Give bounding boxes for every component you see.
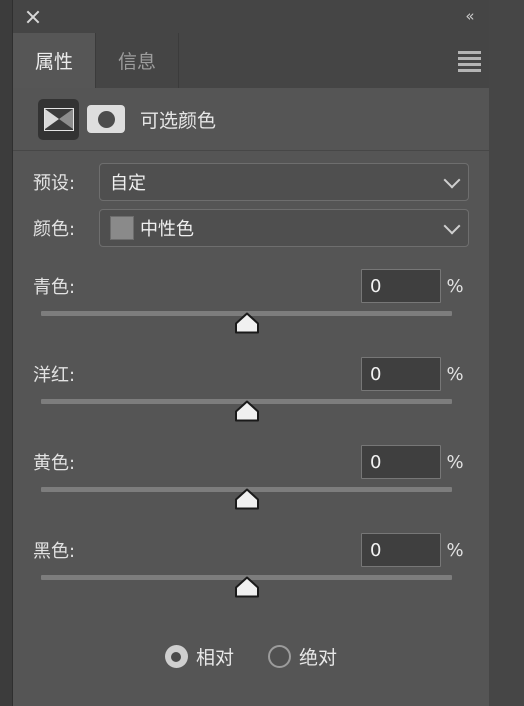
slider-group-cyan: 青色: % [33, 255, 469, 343]
layer-mask-thumbnail[interactable] [87, 105, 125, 133]
colors-row: 颜色: 中性色 [33, 209, 469, 247]
mask-circle-glyph [97, 110, 115, 128]
panel-tabstrip: 属性 信息 [13, 33, 489, 88]
tab-info[interactable]: 信息 [96, 33, 180, 88]
tab-properties[interactable]: 属性 [13, 33, 97, 88]
selective-color-icon[interactable] [38, 98, 79, 140]
radio-relative[interactable]: 相对 [164, 643, 234, 670]
preset-value: 自定 [110, 173, 146, 194]
magenta-label: 洋红: [33, 365, 76, 386]
close-icon[interactable] [25, 9, 41, 25]
black-input[interactable] [361, 533, 441, 567]
cyan-slider-thumb[interactable] [234, 312, 260, 334]
cyan-input[interactable] [361, 269, 441, 303]
yellow-unit: % [446, 451, 464, 473]
radio-relative-dot[interactable] [164, 645, 188, 668]
slider-group-magenta: 洋红: % [33, 343, 469, 431]
magenta-unit: % [446, 363, 464, 385]
black-unit: % [446, 539, 464, 561]
panel-menu-icon[interactable] [458, 51, 481, 72]
panel-titlebar: « [13, 0, 489, 33]
colors-value: 中性色 [140, 219, 194, 240]
tab-properties-label: 属性 [35, 51, 74, 73]
menu-line [458, 51, 481, 54]
color-swatch [110, 216, 134, 240]
yellow-slider[interactable] [41, 483, 452, 519]
yellow-slider-thumb[interactable] [234, 488, 260, 510]
cyan-label: 青色: [33, 277, 76, 298]
magenta-slider-thumb[interactable] [234, 400, 260, 422]
properties-panel-window: « 属性 信息 可选颜色 预设: 自定 颜色: 中性色 青色: 0 % 洋红: … [0, 0, 524, 706]
tab-info-label: 信息 [118, 51, 157, 73]
chevron-down-icon [443, 217, 461, 235]
method-radio-group: 相对 绝对 [13, 643, 489, 670]
tabstrip-filler [179, 33, 489, 88]
menu-line [458, 63, 481, 66]
black-slider[interactable] [41, 571, 452, 607]
cyan-slider[interactable] [41, 307, 452, 343]
collapse-icon[interactable]: « [457, 5, 481, 27]
radio-absolute[interactable]: 绝对 [268, 643, 337, 670]
slider-header-magenta: 洋红: % [33, 357, 469, 391]
yellow-input[interactable] [361, 445, 441, 479]
black-label: 黑色: [33, 541, 76, 562]
slider-header-black: 黑色: % [33, 533, 469, 567]
panel-container: « 属性 信息 可选颜色 预设: 自定 颜色: 中性色 青色: 0 % 洋红: … [13, 0, 489, 706]
magenta-slider[interactable] [41, 395, 452, 431]
window-left-edge [0, 0, 13, 706]
preset-label: 预设: [33, 173, 76, 194]
menu-line [458, 69, 481, 72]
yellow-label: 黄色: [33, 453, 76, 474]
magenta-input[interactable] [361, 357, 441, 391]
adjustment-header: 可选颜色 [13, 88, 489, 151]
slider-header-yellow: 黄色: % [33, 445, 469, 479]
black-slider-thumb[interactable] [234, 576, 260, 598]
radio-absolute-dot[interactable] [268, 645, 291, 668]
selective-color-glyph [43, 107, 74, 131]
cyan-unit: % [446, 275, 464, 297]
slider-header-cyan: 青色: % [33, 269, 469, 303]
window-right-dock-strip [488, 0, 524, 706]
slider-group-black: 黑色: % [33, 519, 469, 607]
preset-row: 预设: 自定 [33, 163, 469, 201]
preset-dropdown[interactable]: 自定 [99, 163, 469, 201]
chevron-down-icon [443, 171, 461, 189]
panel-body: 预设: 自定 颜色: 中性色 青色: 0 % 洋红: 0 % 黄色: 0 % 黑… [13, 151, 489, 706]
colors-dropdown[interactable]: 中性色 [99, 209, 469, 247]
adjustment-title: 可选颜色 [140, 109, 217, 132]
colors-label: 颜色: [33, 219, 76, 240]
slider-group-yellow: 黄色: % [33, 431, 469, 519]
radio-absolute-label: 绝对 [299, 647, 338, 669]
radio-relative-label: 相对 [195, 647, 234, 669]
menu-line [458, 57, 481, 60]
